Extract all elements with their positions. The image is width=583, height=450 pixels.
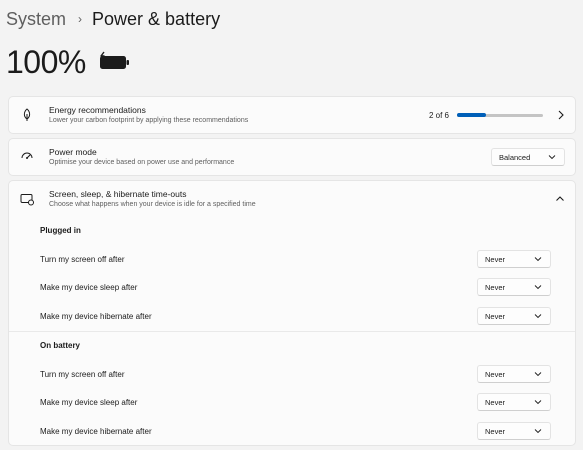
- battery-percentage: 100%: [6, 43, 86, 80]
- chevron-down-icon: [548, 154, 556, 160]
- battery-sleep-value: Never: [485, 397, 506, 407]
- battery-screen-off-dropdown[interactable]: Never: [477, 365, 551, 383]
- timeouts-subtitle: Choose what happens when your device is …: [49, 200, 256, 208]
- chevron-down-icon: [534, 428, 542, 434]
- plugged-sleep-value: Never: [485, 282, 506, 292]
- energy-progress: 2 of 6: [429, 111, 543, 120]
- battery-status: 100%: [6, 42, 132, 82]
- battery-sleep-dropdown[interactable]: Never: [477, 393, 551, 411]
- power-mode-title: Power mode: [49, 147, 97, 157]
- battery-sleep-label: Make my device sleep after: [40, 398, 138, 407]
- breadcrumb-parent-system[interactable]: System: [6, 9, 66, 30]
- chevron-down-icon: [534, 256, 542, 262]
- power-mode-icon: [19, 149, 35, 165]
- breadcrumb: System › Power & battery: [6, 4, 220, 34]
- battery-hibernate-value: Never: [485, 426, 506, 436]
- chevron-up-icon[interactable]: [555, 195, 565, 203]
- battery-hibernate-dropdown[interactable]: Never: [477, 422, 551, 440]
- battery-hibernate-label: Make my device hibernate after: [40, 427, 152, 436]
- leaf-icon: [19, 107, 35, 123]
- breadcrumb-chevron-icon: ›: [78, 12, 83, 26]
- plugged-screen-off-label: Turn my screen off after: [40, 255, 125, 264]
- power-mode-value: Balanced: [499, 152, 531, 162]
- power-mode-card: Power mode Optimise your device based on…: [8, 138, 576, 176]
- battery-full-charging-icon: [98, 51, 132, 73]
- section-divider: [9, 331, 575, 332]
- energy-progress-bar: [457, 113, 543, 117]
- energy-recommendations-card[interactable]: Energy recommendations Lower your carbon…: [8, 96, 576, 134]
- on-battery-heading: On battery: [40, 341, 81, 350]
- timeouts-text: Screen, sleep, & hibernate time-outs Cho…: [49, 188, 555, 210]
- power-mode-text: Power mode Optimise your device based on…: [49, 146, 491, 168]
- chevron-right-icon[interactable]: [557, 110, 565, 120]
- plugged-hibernate-label: Make my device hibernate after: [40, 312, 152, 321]
- plugged-hibernate-value: Never: [485, 311, 506, 321]
- power-mode-subtitle: Optimise your device based on power use …: [49, 159, 235, 166]
- plugged-sleep-label: Make my device sleep after: [40, 283, 138, 292]
- plugged-screen-off-value: Never: [485, 254, 506, 264]
- battery-screen-off-label: Turn my screen off after: [40, 370, 125, 379]
- energy-subtitle: Lower your carbon footprint by applying …: [49, 117, 249, 124]
- timeouts-expander-body: Plugged in Turn my screen off after Neve…: [8, 216, 576, 446]
- timeouts-expander-header[interactable]: Screen, sleep, & hibernate time-outs Cho…: [8, 180, 576, 217]
- battery-screen-off-value: Never: [485, 369, 506, 379]
- energy-progress-label: 2 of 6: [428, 110, 449, 120]
- power-mode-dropdown[interactable]: Balanced: [491, 148, 565, 166]
- chevron-down-icon: [534, 371, 542, 377]
- plugged-in-heading: Plugged in: [40, 226, 81, 235]
- plugged-sleep-dropdown[interactable]: Never: [477, 278, 551, 296]
- chevron-down-icon: [534, 284, 542, 290]
- chevron-down-icon: [534, 399, 542, 405]
- plugged-hibernate-dropdown[interactable]: Never: [477, 307, 551, 325]
- chevron-down-icon: [534, 313, 542, 319]
- timeouts-title: Screen, sleep, & hibernate time-outs: [49, 188, 187, 199]
- page-title: Power & battery: [92, 8, 221, 29]
- energy-title: Energy recommendations: [49, 105, 146, 115]
- screen-sleep-icon: [19, 191, 35, 207]
- energy-text: Energy recommendations Lower your carbon…: [49, 104, 429, 126]
- plugged-screen-off-dropdown[interactable]: Never: [477, 250, 551, 268]
- energy-progress-fill: [457, 113, 486, 117]
